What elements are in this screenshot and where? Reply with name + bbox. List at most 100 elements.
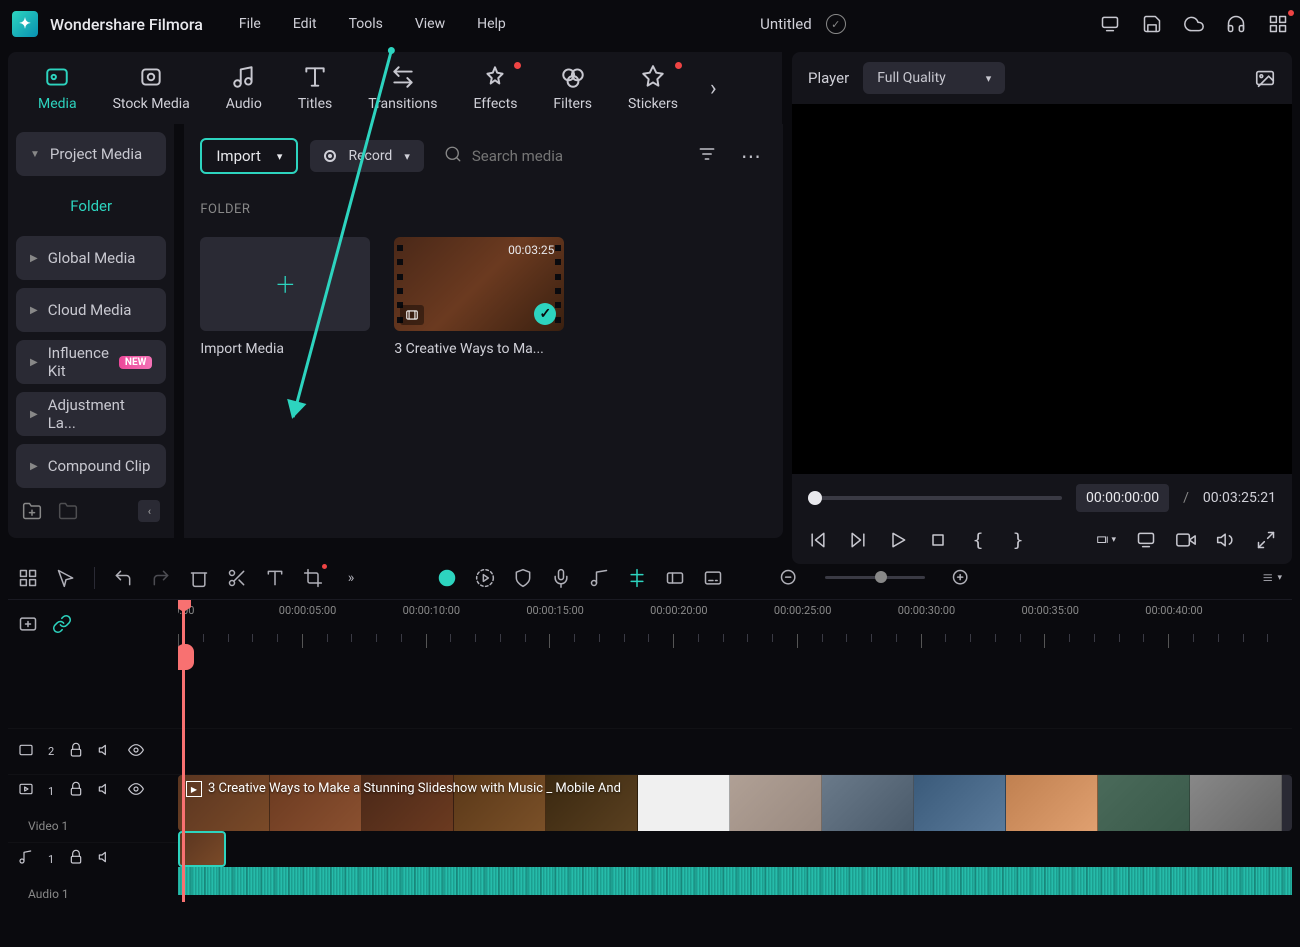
- menu-help[interactable]: Help: [477, 16, 506, 32]
- new-badge: NEW: [119, 356, 152, 369]
- clip-preview-button[interactable]: ▾: [1096, 530, 1116, 550]
- tab-filters[interactable]: Filters: [535, 52, 610, 124]
- shield-icon[interactable]: [513, 568, 533, 588]
- visibility-icon[interactable]: [128, 742, 144, 762]
- mute-icon[interactable]: [98, 849, 114, 869]
- tabs-scroll-right[interactable]: ›: [696, 76, 731, 101]
- menu-view[interactable]: View: [415, 16, 445, 32]
- video-clip[interactable]: ▶ 3 Creative Ways to Make a Stunning Sli…: [178, 775, 1292, 831]
- import-media-card[interactable]: + Import Media: [200, 237, 370, 357]
- filter-icon[interactable]: [691, 144, 723, 169]
- sidebar-folder[interactable]: Folder: [16, 184, 166, 228]
- text-icon[interactable]: [265, 568, 285, 588]
- sidebar-global-media[interactable]: ▶ Global Media: [16, 236, 166, 280]
- sync-status-icon[interactable]: ✓: [826, 14, 846, 34]
- speed-icon[interactable]: [475, 568, 495, 588]
- menu-edit[interactable]: Edit: [293, 16, 317, 32]
- add-track-icon[interactable]: [18, 614, 38, 634]
- volume-button[interactable]: [1216, 530, 1236, 550]
- grid-icon[interactable]: [18, 568, 38, 588]
- lock-icon[interactable]: [68, 742, 84, 762]
- media-clip-card[interactable]: 00:03:25 ✓ 3 Creative Ways to Ma...: [394, 237, 564, 357]
- mute-icon[interactable]: [98, 781, 114, 801]
- tab-audio[interactable]: Audio: [208, 52, 280, 124]
- menu-tools[interactable]: Tools: [349, 16, 383, 32]
- fullscreen-button[interactable]: [1256, 530, 1276, 550]
- filters-icon: [560, 64, 586, 90]
- delete-icon[interactable]: [189, 568, 209, 588]
- visibility-icon[interactable]: [128, 781, 144, 801]
- step-forward-button[interactable]: [848, 530, 868, 550]
- link-icon[interactable]: [52, 614, 72, 634]
- apps-icon[interactable]: [1268, 14, 1288, 34]
- player-viewport[interactable]: [792, 104, 1292, 474]
- tab-stock-media[interactable]: Stock Media: [95, 52, 208, 124]
- sidebar-influence-kit[interactable]: ▶ Influence Kit NEW: [16, 340, 166, 384]
- sidebar-compound-clip[interactable]: ▶ Compound Clip: [16, 444, 166, 488]
- crop-icon[interactable]: [303, 568, 323, 588]
- tab-transitions[interactable]: Transitions: [350, 52, 455, 124]
- tab-effects[interactable]: Effects: [455, 52, 535, 124]
- camera-icon[interactable]: [1176, 530, 1196, 550]
- time-ruler[interactable]: 00:00 00:00:05:00 00:00:10:00 00:00:15:0…: [178, 600, 1292, 648]
- folder-icon[interactable]: [58, 501, 78, 521]
- marker-icon[interactable]: [627, 568, 647, 588]
- collapse-sidebar-button[interactable]: ‹: [138, 500, 160, 522]
- play-button[interactable]: [888, 530, 908, 550]
- track-a1-head[interactable]: 1 Audio 1: [8, 849, 178, 901]
- lock-icon[interactable]: [68, 781, 84, 801]
- document-title: Untitled: [760, 15, 812, 33]
- marker[interactable]: [178, 644, 194, 670]
- headset-icon[interactable]: [1226, 14, 1246, 34]
- view-mode-icon[interactable]: ▾: [1262, 568, 1282, 588]
- zoom-slider[interactable]: [825, 576, 925, 579]
- range-icon[interactable]: [665, 568, 685, 588]
- sidebar-project-media[interactable]: ▼ Project Media: [16, 132, 166, 176]
- redo-icon[interactable]: [151, 568, 171, 588]
- pointer-icon[interactable]: [56, 568, 76, 588]
- track-v2-head[interactable]: 2: [8, 742, 178, 762]
- menu-file[interactable]: File: [239, 16, 261, 32]
- sidebar-cloud-media[interactable]: ▶ Cloud Media: [16, 288, 166, 332]
- time-total: 00:03:25:21: [1203, 490, 1276, 506]
- zoom-out-icon[interactable]: [779, 568, 799, 588]
- playhead[interactable]: [182, 600, 185, 902]
- audio-waveform[interactable]: [178, 867, 1292, 895]
- stop-button[interactable]: [928, 530, 948, 550]
- zoom-in-icon[interactable]: [951, 568, 971, 588]
- new-folder-icon[interactable]: [22, 501, 42, 521]
- caret-right-icon: ▶: [30, 461, 38, 472]
- save-icon[interactable]: [1142, 14, 1162, 34]
- cloud-icon[interactable]: [1184, 14, 1204, 34]
- more-options-icon[interactable]: ⋯: [735, 144, 767, 168]
- ai-button[interactable]: [437, 568, 457, 588]
- import-button[interactable]: Import ▾: [200, 138, 298, 174]
- mic-icon[interactable]: [551, 568, 571, 588]
- video-track-icon: [18, 742, 34, 762]
- mark-in-button[interactable]: {: [968, 530, 988, 550]
- snapshot-icon[interactable]: [1254, 67, 1276, 89]
- tab-media[interactable]: Media: [20, 52, 95, 124]
- transitions-icon: [390, 64, 416, 90]
- record-button[interactable]: Record ▾: [310, 140, 423, 172]
- subtitle-icon[interactable]: [703, 568, 723, 588]
- monitor-icon[interactable]: [1100, 14, 1120, 34]
- prev-frame-button[interactable]: [808, 530, 828, 550]
- undo-icon[interactable]: [113, 568, 133, 588]
- search-input[interactable]: [472, 147, 671, 165]
- display-button[interactable]: [1136, 530, 1156, 550]
- music-note-icon[interactable]: [589, 568, 609, 588]
- seek-bar[interactable]: [808, 496, 1062, 500]
- mark-out-button[interactable]: }: [1008, 530, 1028, 550]
- sidebar-adjustment-layer[interactable]: ▶ Adjustment La...: [16, 392, 166, 436]
- track-v1-head[interactable]: 1 Video 1: [8, 781, 178, 833]
- quality-select[interactable]: Full Quality ▾: [863, 62, 1005, 94]
- lock-icon[interactable]: [68, 849, 84, 869]
- video-track-1[interactable]: ▶ 3 Creative Ways to Make a Stunning Sli…: [178, 775, 1292, 895]
- tab-titles[interactable]: Titles: [280, 52, 350, 124]
- tab-stickers[interactable]: Stickers: [610, 52, 696, 124]
- mute-icon[interactable]: [98, 742, 114, 762]
- selected-clip-thumb[interactable]: [178, 831, 226, 867]
- expand-tools-icon[interactable]: »: [341, 568, 361, 588]
- split-icon[interactable]: [227, 568, 247, 588]
